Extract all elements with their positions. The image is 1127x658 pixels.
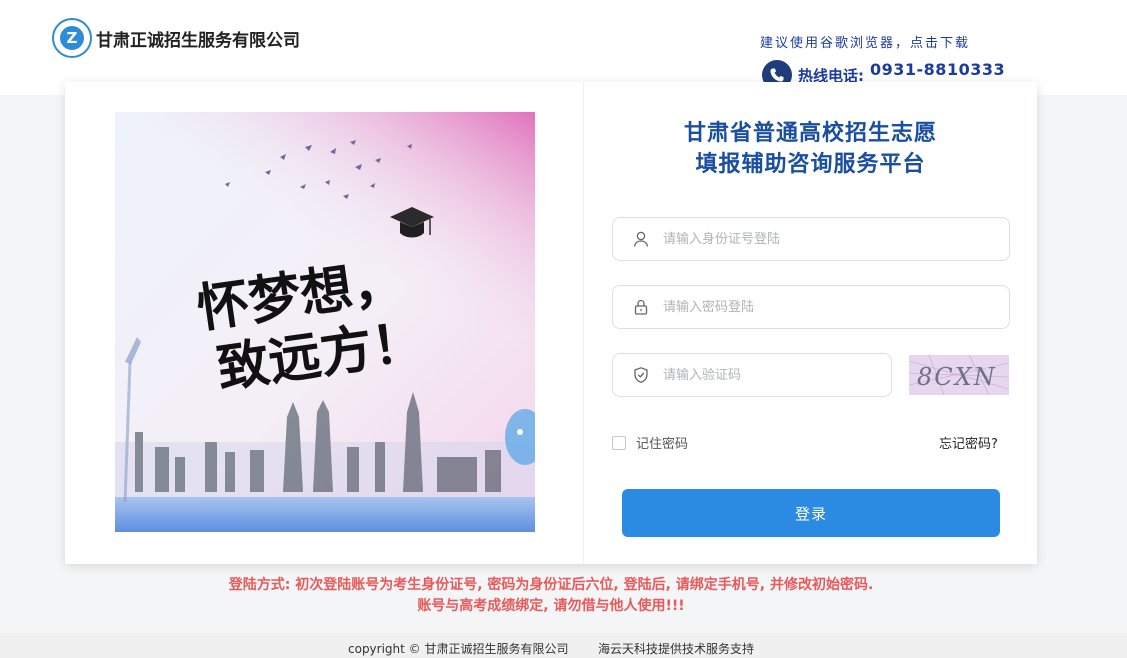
tech-support-text: 海云天科技提供技术服务支持 — [598, 642, 755, 656]
captcha-text: 8CXN — [917, 363, 997, 391]
captcha-image[interactable]: 8CXN — [908, 354, 1010, 396]
lock-icon — [631, 297, 651, 317]
remember-checkbox[interactable] — [612, 435, 626, 450]
hotline-number: 0931-8810333 — [870, 59, 1006, 79]
user-icon — [631, 229, 651, 249]
site-footer: copyright © 甘肃正诚招生服务有限公司 海云天科技提供技术服务支持 — [0, 633, 1127, 658]
captcha-input[interactable] — [661, 366, 855, 384]
logo-letter: Z — [60, 26, 84, 50]
remember-label: 记住密码 — [636, 437, 689, 452]
login-button[interactable]: 登录 — [622, 489, 1000, 537]
platform-title: 甘肃省普通高校招生志愿 填报辅助咨询服务平台 — [584, 118, 1037, 180]
shield-check-icon — [631, 365, 651, 385]
password-field[interactable] — [612, 285, 1010, 329]
logo-badge-icon: Z — [52, 18, 92, 58]
site-header: Z 甘肃正诚招生服务有限公司 建议使用谷歌浏览器，点击下载 热线电话: 0931… — [0, 0, 1127, 95]
login-notice: 登陆方式: 初次登陆账号为考生身份证号, 密码为身份证后六位, 登陆后, 请绑定… — [0, 575, 1102, 617]
platform-title-line1: 甘肃省普通高校招生志愿 — [683, 121, 937, 146]
remember-password[interactable]: 记住密码 — [612, 433, 688, 452]
password-input[interactable] — [661, 298, 965, 316]
poster-image: 怀梦想， 致远方！ — [115, 112, 535, 532]
captcha-field[interactable] — [612, 353, 892, 397]
login-card: 怀梦想， 致远方！ 甘肃省普通高校招生志愿 填报辅助咨询服务平台 请输入身份证号… — [65, 82, 1037, 564]
notice-line1: 登陆方式: 初次登陆账号为考生身份证号, 密码为身份证后六位, 登陆后, 请绑定… — [228, 577, 874, 593]
notice-line2: 账号与高考成绩绑定, 请勿借与他人使用!!! — [417, 598, 685, 614]
id-number-input[interactable] — [661, 230, 965, 248]
id-number-field[interactable] — [612, 217, 1010, 261]
platform-title-line2: 填报辅助咨询服务平台 — [695, 152, 926, 177]
company-name: 甘肃正诚招生服务有限公司 — [96, 30, 300, 51]
forgot-password-link[interactable]: 忘记密码? — [939, 433, 998, 452]
company-logo[interactable]: Z 甘肃正诚招生服务有限公司 — [52, 18, 300, 58]
browser-download-link[interactable]: 建议使用谷歌浏览器，点击下载 — [760, 32, 970, 51]
copyright-text: copyright © 甘肃正诚招生服务有限公司 — [348, 642, 569, 656]
